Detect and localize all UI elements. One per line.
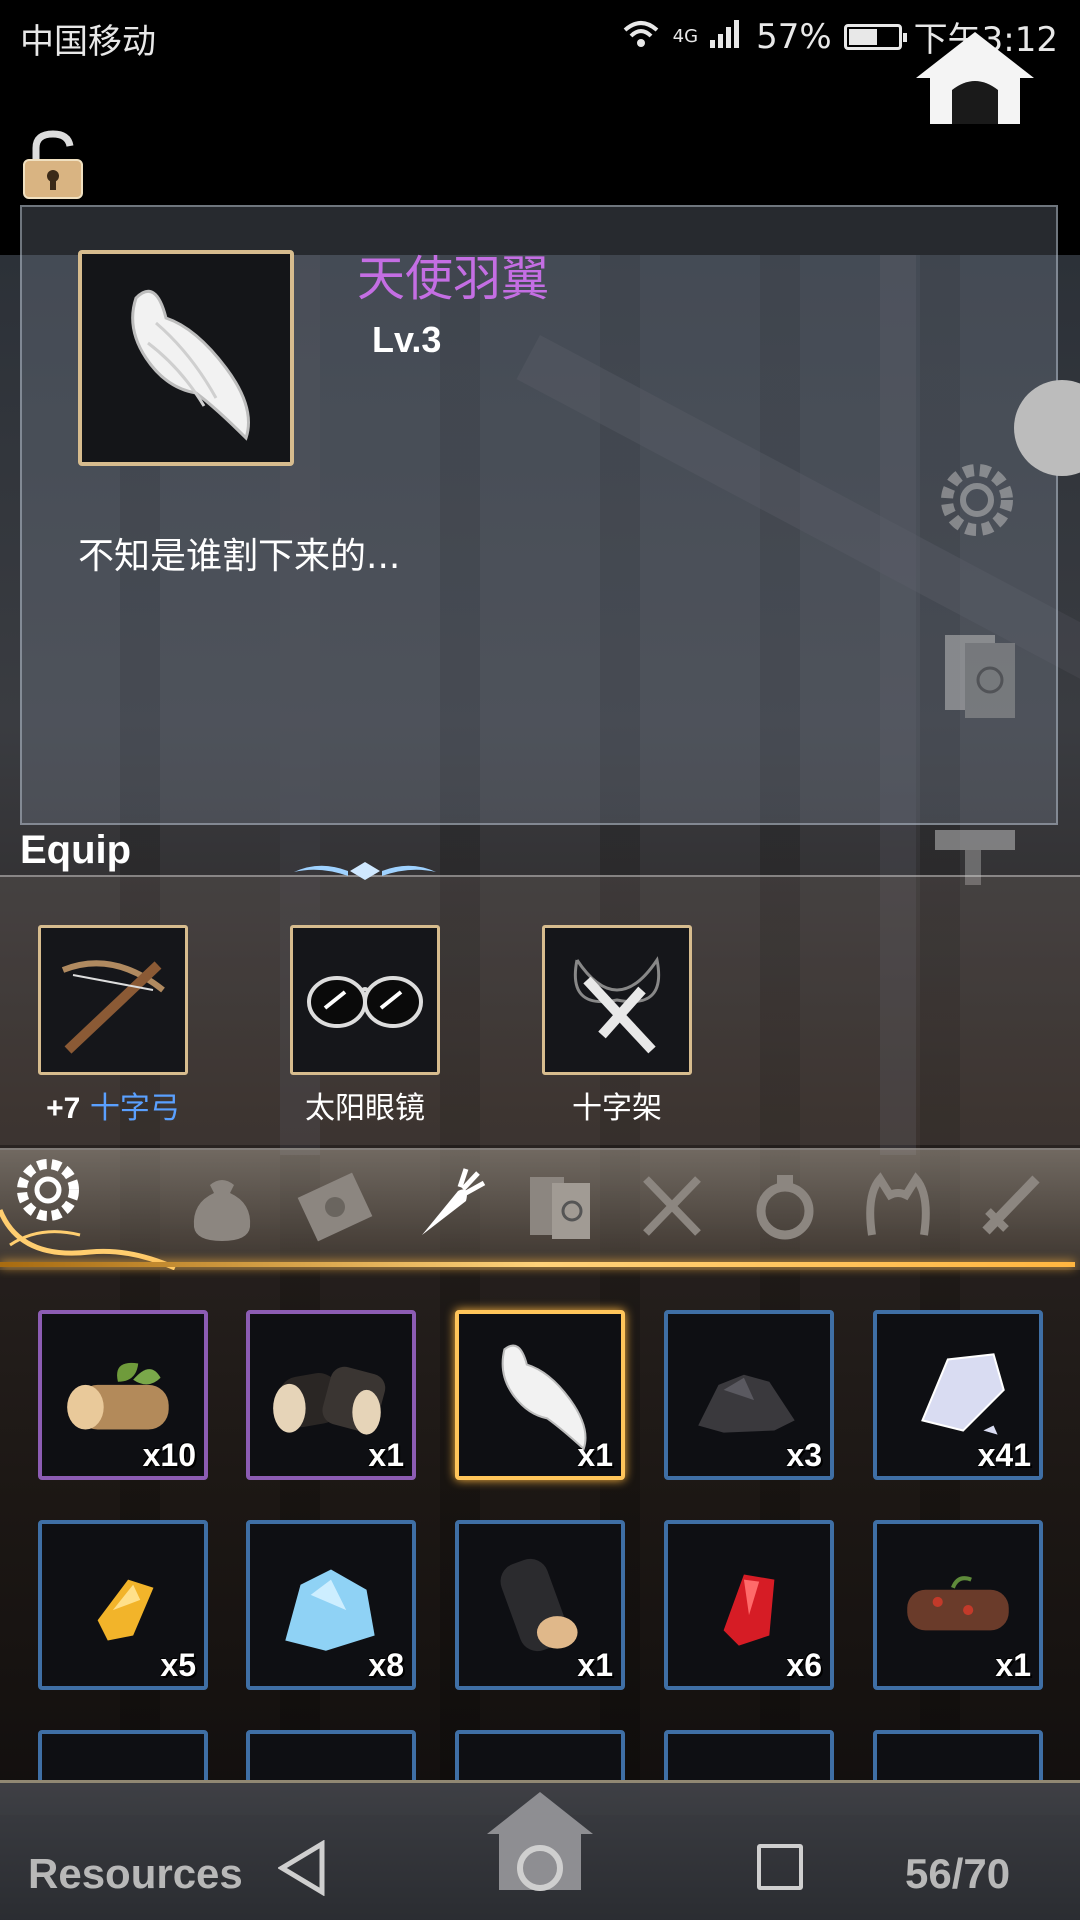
settings-gear-icon[interactable]: [932, 455, 1022, 545]
inventory-slot[interactable]: x3: [664, 1310, 834, 1480]
item-level: Lv.3: [372, 319, 442, 360]
carrier-name: 中国移动: [20, 22, 156, 62]
inventory-slot-selected[interactable]: x1: [455, 1310, 625, 1480]
wifi-icon: [621, 18, 661, 55]
inventory-slot[interactable]: x5: [38, 1520, 208, 1690]
inventory-slot[interactable]: x8: [246, 1520, 416, 1690]
inventory-slot[interactable]: [873, 1730, 1043, 1780]
network-type: 4G: [672, 26, 699, 47]
bag-icon[interactable]: [182, 1165, 262, 1245]
equip-label-cross: 十字架: [572, 1091, 662, 1126]
inventory-count: 56/70: [905, 1850, 1011, 1897]
recent-apps-icon[interactable]: [757, 1844, 803, 1890]
inventory-slot[interactable]: x41: [873, 1310, 1043, 1480]
item-count: x41: [977, 1437, 1031, 1473]
books-icon[interactable]: [520, 1165, 600, 1245]
wing-ornament-icon: [294, 862, 436, 880]
back-icon[interactable]: [278, 1840, 326, 1896]
inventory-slot[interactable]: x6: [664, 1520, 834, 1690]
equip-title: Equip: [20, 828, 132, 872]
inventory-grid: x10 x1 x1 x3 x41 x5 x8 x1 x6 x1: [0, 1280, 1080, 1780]
home-house-icon[interactable]: [910, 28, 1040, 128]
inventory-slot[interactable]: x1: [873, 1520, 1043, 1690]
inventory-slot[interactable]: [38, 1730, 208, 1780]
item-description: 不知是谁割下来的...: [78, 536, 401, 577]
resources-label[interactable]: Resources: [28, 1850, 243, 1898]
item-count: x1: [577, 1437, 613, 1473]
inventory-slot[interactable]: [455, 1730, 625, 1780]
item-count: x1: [368, 1437, 404, 1473]
ring-icon[interactable]: [745, 1165, 825, 1245]
item-name: 天使羽翼: [357, 251, 550, 307]
inventory-slot[interactable]: [246, 1730, 416, 1780]
item-count: x3: [786, 1437, 822, 1473]
equip-slot-sunglasses[interactable]: [290, 925, 440, 1075]
item-thumbnail: [78, 250, 294, 466]
utensils-icon[interactable]: [632, 1165, 712, 1245]
item-count: x1: [577, 1647, 613, 1683]
item-count: x10: [142, 1437, 196, 1473]
sword-icon[interactable]: [970, 1165, 1050, 1245]
envelope-icon[interactable]: [295, 1165, 375, 1245]
item-count: x8: [368, 1647, 404, 1683]
cross-necklace-icon: [573, 956, 661, 1054]
headband-icon[interactable]: [858, 1165, 938, 1245]
inventory-slot[interactable]: x1: [246, 1310, 416, 1480]
crossbow-icon: [61, 960, 165, 1054]
item-count: x5: [160, 1647, 196, 1683]
equip-label-crossbow: +7 十字弓: [46, 1091, 180, 1126]
gold-ornament-icon: [0, 1209, 177, 1270]
battery-percent: 57%: [756, 16, 832, 57]
inventory-slot[interactable]: [664, 1730, 834, 1780]
signal-icon: [710, 18, 744, 55]
category-divider: [0, 1262, 1075, 1267]
equip-slot-cross[interactable]: [542, 925, 692, 1075]
home-icon[interactable]: [485, 1790, 595, 1900]
equip-label-sunglasses: 太阳眼镜: [305, 1091, 425, 1126]
angel-wing-icon: [131, 289, 250, 441]
unlock-icon[interactable]: [20, 130, 86, 202]
equip-slot-crossbow[interactable]: [38, 925, 188, 1075]
battery-icon: [843, 23, 907, 50]
item-count: x1: [995, 1647, 1031, 1683]
inventory-slot[interactable]: x10: [38, 1310, 208, 1480]
item-detail-panel: 天使羽翼 Lv.3 不知是谁割下来的...: [20, 205, 1058, 825]
inventory-slot[interactable]: x1: [455, 1520, 625, 1690]
item-count: x6: [786, 1647, 822, 1683]
sunglasses-icon: [307, 976, 423, 1028]
book-icon[interactable]: [935, 625, 1025, 725]
carrot-icon[interactable]: [408, 1165, 488, 1245]
